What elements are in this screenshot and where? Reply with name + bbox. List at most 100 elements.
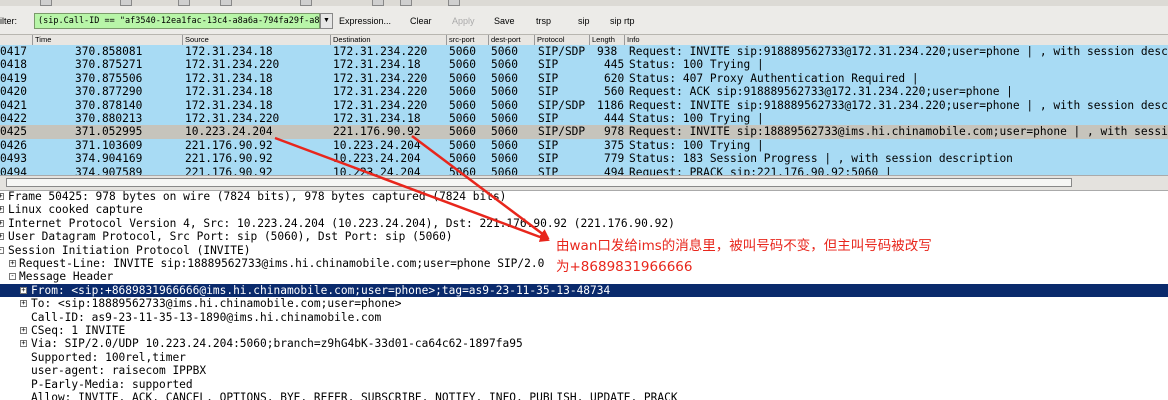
detail-text: From: <sip:+8689831966666@ims.hi.chinamo…	[31, 283, 611, 297]
packet-details-pane: + Frame 50425: 978 bytes on wire (7824 b…	[0, 190, 1168, 400]
packet-time: 370.878140	[75, 98, 143, 112]
expand-icon[interactable]: +	[9, 260, 16, 267]
packet-row[interactable]: 0418 370.875271 172.31.234.220 172.31.23…	[0, 58, 1168, 72]
detail-text: user-agent: raisecom IPPBX	[31, 364, 207, 378]
detail-text: User Datagram Protocol, Src Port: sip (5…	[8, 230, 453, 244]
packet-source: 172.31.234.220	[185, 112, 280, 125]
packet-row[interactable]: 0493 374.904169 221.176.90.92 10.223.24.…	[0, 152, 1168, 166]
detail-row-p-early-media[interactable]: P-Early-Media: supported	[0, 378, 1168, 391]
packet-dest-port: 5060	[491, 165, 518, 175]
packet-destination: 10.223.24.204	[333, 165, 421, 175]
packet-row[interactable]: 0426 371.103609 221.176.90.92 10.223.24.…	[0, 138, 1168, 153]
detail-row-to-header[interactable]: + To: <sip:18889562733@ims.hi.chinamobil…	[0, 297, 1168, 310]
column-header-time[interactable]: Time	[32, 35, 51, 45]
expand-icon[interactable]: +	[20, 286, 27, 294]
detail-row-from-header[interactable]: + From: <sip:+8689831966666@ims.hi.china…	[0, 283, 1168, 298]
packet-row[interactable]: 0420 370.877290 172.31.234.18 172.31.234…	[0, 85, 1168, 99]
detail-row-via[interactable]: + Via: SIP/2.0/UDP 10.223.24.204:5060;br…	[0, 337, 1168, 350]
packet-protocol: SIP	[538, 165, 559, 175]
filter-button-sip-rtp[interactable]: sip rtp	[610, 16, 635, 26]
expand-icon[interactable]: +	[0, 219, 4, 227]
expand-icon[interactable]: +	[0, 206, 4, 214]
filter-button-trsp[interactable]: trsp	[536, 16, 551, 26]
detail-row-user-agent[interactable]: user-agent: raisecom IPPBX	[0, 364, 1168, 377]
scrollbar-thumb[interactable]	[6, 178, 1072, 187]
detail-text: Request-Line: INVITE sip:18889562733@ims…	[19, 257, 545, 270]
save-filter-button[interactable]: Save	[494, 16, 515, 26]
filter-label: ilter:	[0, 16, 18, 26]
packet-protocol: SIP	[538, 152, 559, 166]
apply-button[interactable]: Apply	[452, 16, 475, 26]
detail-row-call-id[interactable]: Call-ID: as9-23-11-35-13-1890@ims.hi.chi…	[0, 311, 1168, 324]
detail-row-frame[interactable]: + Frame 50425: 978 bytes on wire (7824 b…	[0, 190, 1168, 203]
expression-button[interactable]: Expression...	[339, 16, 391, 26]
detail-text: To: <sip:18889562733@ims.hi.chinamobile.…	[31, 297, 402, 311]
packet-length: 494	[604, 165, 625, 175]
detail-row-ipv4[interactable]: + Internet Protocol Version 4, Src: 10.2…	[0, 217, 1168, 230]
annotation-line-2: 为+8689831966666	[556, 259, 693, 275]
packet-number: 0418	[0, 58, 27, 72]
packet-number: 0421	[0, 98, 27, 112]
display-filter-input[interactable]: (sip.Call-ID == "af3540-12ea1fac-13c4-a8…	[34, 13, 320, 29]
column-header-length[interactable]: Length	[589, 35, 615, 45]
detail-text: CSeq: 1 INVITE	[31, 324, 126, 337]
packet-src-port: 5060	[449, 152, 476, 166]
packet-number: 0494	[0, 165, 27, 175]
packet-dest-port: 5060	[491, 125, 518, 139]
packet-source: 221.176.90.92	[185, 138, 273, 152]
packet-length: 620	[604, 71, 625, 85]
expand-icon[interactable]: +	[20, 300, 27, 308]
column-header-info[interactable]: Info	[624, 35, 640, 45]
detail-text: Via: SIP/2.0/UDP 10.223.24.204:5060;bran…	[31, 337, 523, 351]
expand-icon[interactable]: +	[20, 327, 27, 334]
packet-source: 221.176.90.92	[185, 165, 273, 175]
packet-row-selected[interactable]: 0425 371.052995 10.223.24.204 221.176.90…	[0, 125, 1168, 139]
column-header-src-port[interactable]: src-port	[446, 35, 474, 45]
packet-protocol: SIP	[538, 71, 559, 85]
packet-protocol: SIP/SDP	[538, 45, 586, 58]
packet-row[interactable]: 0422 370.880213 172.31.234.220 172.31.23…	[0, 112, 1168, 126]
filter-button-sip[interactable]: sip	[578, 16, 590, 26]
detail-text: Frame 50425: 978 bytes on wire (7824 bit…	[8, 190, 507, 203]
packet-list-horizontal-scrollbar[interactable]	[0, 175, 1168, 191]
packet-dest-port: 5060	[491, 98, 518, 112]
packet-destination: 172.31.234.220	[333, 98, 428, 112]
collapse-icon[interactable]: -	[0, 246, 4, 254]
collapse-icon[interactable]: -	[9, 273, 16, 281]
packet-row[interactable]: 0419 370.875506 172.31.234.18 172.31.234…	[0, 71, 1168, 86]
expand-icon[interactable]: +	[0, 193, 4, 200]
packet-number: 0493	[0, 152, 27, 166]
detail-text: P-Early-Media: supported	[31, 377, 193, 391]
detail-text: Message Header	[19, 270, 114, 284]
packet-source: 172.31.234.18	[185, 98, 273, 112]
packet-row[interactable]: 0421 370.878140 172.31.234.18 172.31.234…	[0, 98, 1168, 112]
packet-length: 560	[604, 85, 625, 99]
column-header-protocol[interactable]: Protocol	[534, 35, 565, 45]
detail-row-supported[interactable]: Supported: 100rel,timer	[0, 351, 1168, 364]
packet-row[interactable]: 0417 370.858081 172.31.234.18 172.31.234…	[0, 45, 1168, 59]
clear-button[interactable]: Clear	[410, 16, 432, 26]
packet-list: 0417 370.858081 172.31.234.18 172.31.234…	[0, 45, 1168, 175]
packet-protocol: SIP/SDP	[538, 98, 586, 112]
column-header-destination[interactable]: Destination	[330, 35, 371, 45]
packet-dest-port: 5060	[491, 58, 518, 72]
packet-dest-port: 5060	[491, 45, 518, 58]
column-header-dest-port[interactable]: dest-port	[488, 35, 521, 45]
expand-icon[interactable]: +	[20, 340, 27, 348]
packet-destination: 172.31.234.18	[333, 58, 421, 72]
column-header-source[interactable]: Source	[182, 35, 209, 45]
packet-info: Request: INVITE sip:918889562733@172.31.…	[629, 98, 1168, 112]
detail-row-allow[interactable]: Allow: INVITE, ACK, CANCEL, OPTIONS, BYE…	[0, 391, 1168, 400]
detail-row-linux-cooked[interactable]: + Linux cooked capture	[0, 203, 1168, 216]
packet-destination: 10.223.24.204	[333, 152, 421, 166]
packet-row[interactable]: 0494 374.907589 221.176.90.92 10.223.24.…	[0, 165, 1168, 175]
detail-row-cseq[interactable]: + CSeq: 1 INVITE	[0, 324, 1168, 337]
packet-source: 10.223.24.204	[185, 125, 273, 139]
packet-destination: 172.31.234.220	[333, 71, 428, 85]
filter-history-dropdown[interactable]: ▼	[320, 13, 333, 29]
packet-protocol: SIP	[538, 58, 559, 72]
packet-destination: 172.31.234.220	[333, 45, 428, 58]
packet-protocol: SIP	[538, 85, 559, 99]
detail-text: Allow: INVITE, ACK, CANCEL, OPTIONS, BYE…	[31, 391, 678, 400]
expand-icon[interactable]: +	[0, 233, 4, 241]
